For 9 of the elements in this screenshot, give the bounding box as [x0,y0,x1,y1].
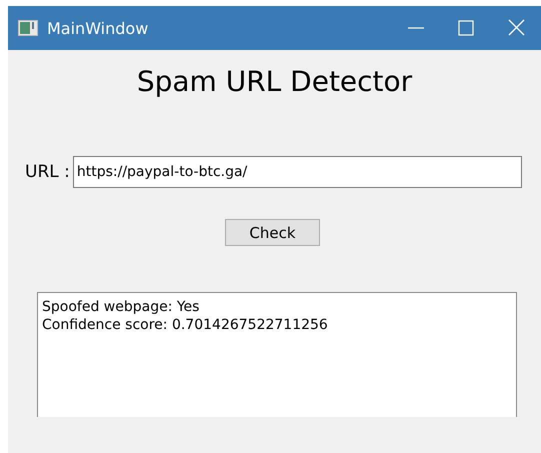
window-title: MainWindow [47,18,148,38]
result-text-area[interactable]: Spoofed webpage: Yes Confidence score: 0.7014267522711256 [37,292,517,417]
app-heading: Spam URL Detector [136,65,414,98]
check-button[interactable]: Check [225,219,320,246]
url-label: URL : [25,162,70,182]
app-icon [18,20,38,36]
result-line: Spoofed webpage: Yes [42,298,200,316]
result-line: Confidence score: 0.7014267522711256 [42,316,329,334]
url-input-field[interactable]: https://paypal-to-btc.ga/ [72,156,522,188]
